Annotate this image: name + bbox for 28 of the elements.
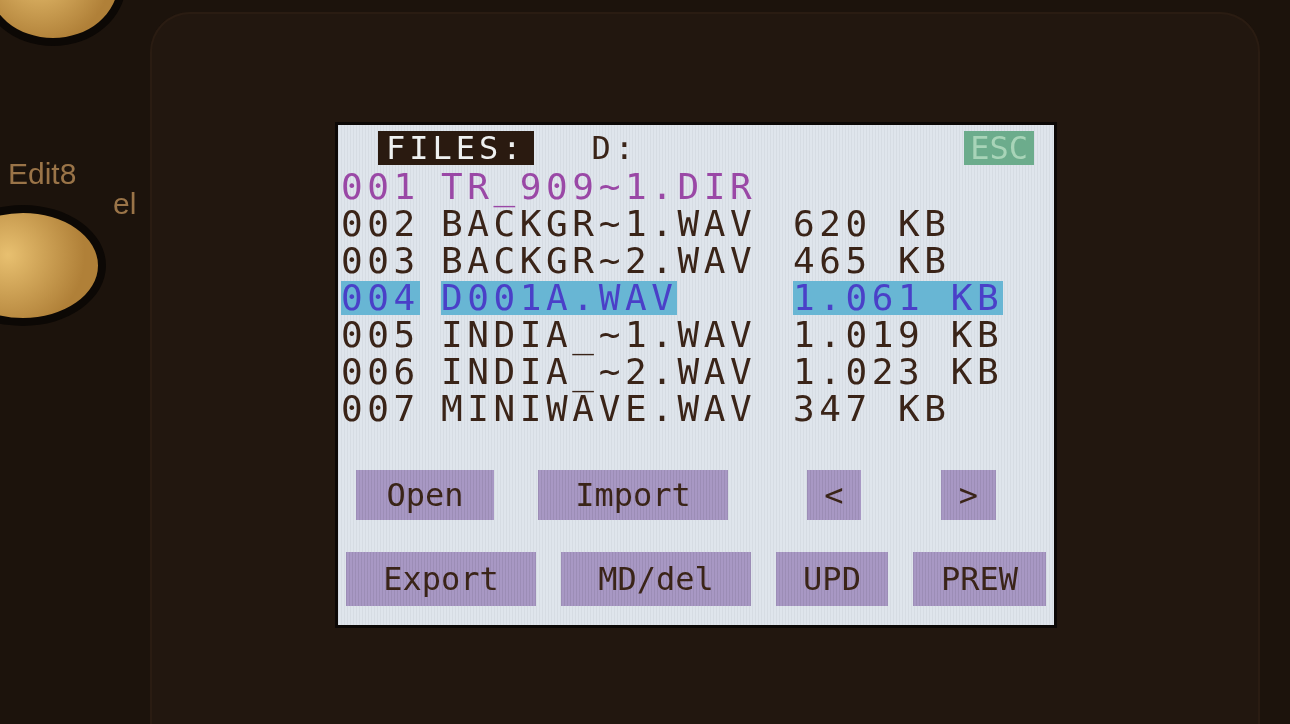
screen-button[interactable]: MD/del xyxy=(561,552,751,606)
screen-button[interactable]: < xyxy=(807,470,861,520)
file-number[interactable]: 004 xyxy=(341,280,420,315)
file-size: 1.019 KB xyxy=(793,317,1004,352)
file-name[interactable]: D001A.WAV xyxy=(441,280,678,315)
file-size: 1.061 KB xyxy=(793,280,1004,315)
file-number[interactable]: 007 xyxy=(341,391,420,426)
file-number[interactable]: 005 xyxy=(341,317,420,352)
screen-button[interactable]: Export xyxy=(346,552,536,606)
file-number[interactable]: 001 xyxy=(341,169,420,204)
screen-button[interactable]: PREW xyxy=(913,552,1046,606)
file-name[interactable]: BACKGR~1.WAV xyxy=(441,206,757,241)
panel-label: el xyxy=(113,190,137,218)
screen-button[interactable]: > xyxy=(941,470,996,520)
file-number[interactable]: 006 xyxy=(341,354,420,389)
file-size: 347 KB xyxy=(793,391,951,426)
panel-label: Edit8 xyxy=(8,160,77,188)
screen-button[interactable]: Open xyxy=(356,470,494,520)
drive-label: D: xyxy=(591,129,639,167)
files-title: FILES: xyxy=(378,131,534,165)
file-number[interactable]: 002 xyxy=(341,206,420,241)
file-size: 1.023 KB xyxy=(793,354,1004,389)
file-size: 620 KB xyxy=(793,206,951,241)
screen-button[interactable]: UPD xyxy=(776,552,888,606)
file-size: 465 KB xyxy=(793,243,951,278)
file-number[interactable]: 003 xyxy=(341,243,420,278)
file-name[interactable]: BACKGR~2.WAV xyxy=(441,243,757,278)
screen-button[interactable]: Import xyxy=(538,470,728,520)
